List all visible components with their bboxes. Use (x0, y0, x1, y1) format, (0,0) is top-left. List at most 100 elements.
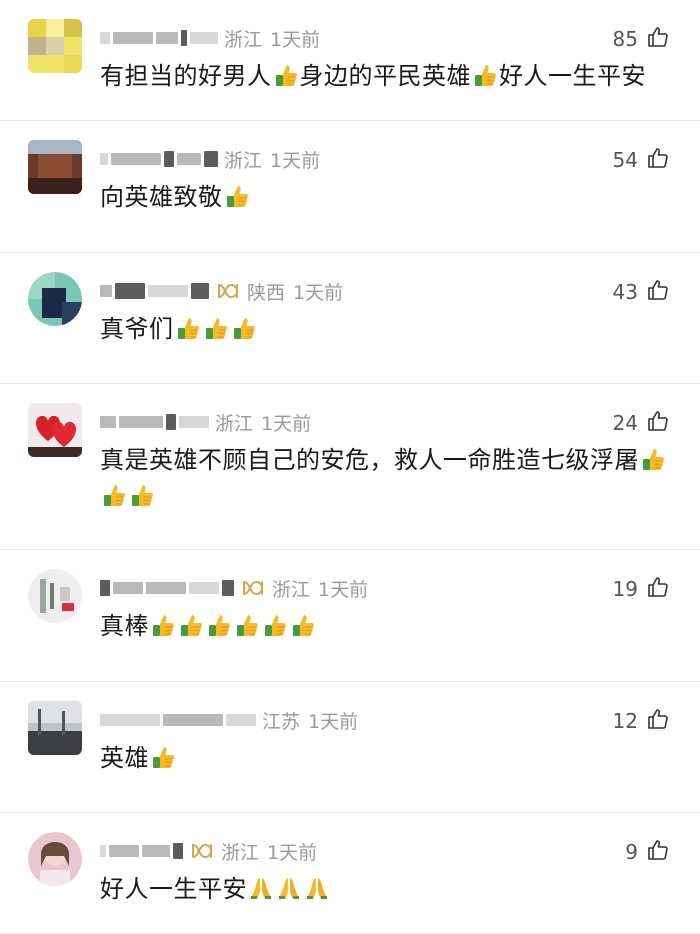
avatar[interactable] (28, 832, 82, 886)
thumbs-up-emoji-icon (178, 612, 204, 638)
comment-meta: 浙江 1天前 (100, 406, 311, 438)
like-count: 12 (612, 709, 638, 733)
comment-location: 浙江 (221, 841, 260, 864)
comment-text-segment: 身边的平民英雄 (299, 62, 471, 90)
comment-location: 浙江 (215, 412, 254, 435)
comment-text: 有担当的好男人 身边的平民英雄 好人一生平安 (100, 58, 678, 94)
comment-item[interactable]: 江苏 1天前 12 英雄 (0, 682, 700, 813)
like-button[interactable]: 12 (613, 707, 670, 735)
comment-location: 浙江 (224, 149, 263, 172)
comment-location: 浙江 (224, 28, 263, 51)
comment-time: 1天前 (267, 841, 318, 864)
avatar[interactable] (28, 272, 82, 326)
comment-location: 陕西 (247, 281, 286, 304)
thumbs-up-emoji-icon (150, 612, 176, 638)
comment-text-segment: 向英雄致敬 (100, 183, 223, 211)
thumbs-up-emoji-icon (101, 482, 127, 508)
like-count: 19 (612, 577, 638, 601)
avatar[interactable] (28, 403, 82, 457)
comment-text-segment: 真棒 (100, 612, 149, 640)
comment-text: 向英雄致敬 (100, 179, 678, 215)
like-button[interactable]: 43 (613, 278, 670, 306)
like-count: 54 (612, 148, 638, 172)
username-blurred[interactable] (100, 708, 256, 732)
comment-item[interactable]: 浙江 1天前 85 有担当的好男人 身边的平民英雄 好人一生平安 (0, 0, 700, 121)
praying-hands-emoji-icon (304, 875, 330, 901)
thumbs-up-outline-icon[interactable] (646, 707, 670, 735)
username-blurred[interactable] (100, 26, 218, 50)
like-button[interactable]: 85 (613, 25, 670, 53)
comment-text: 英雄 (100, 740, 678, 776)
like-count: 85 (612, 27, 638, 51)
comment-meta: 浙江 1天前 (100, 572, 368, 604)
thumbs-up-emoji-icon (234, 612, 260, 638)
infinity-badge-icon (215, 281, 241, 301)
thumbs-up-emoji-icon (175, 315, 201, 341)
comment-text-segment: 有担当的好男人 (100, 62, 272, 90)
comment-time: 1天前 (318, 578, 369, 601)
like-button[interactable]: 19 (613, 575, 670, 603)
comment-location: 浙江 (272, 578, 311, 601)
comment-item[interactable]: 浙江 1天前 19 真棒 (0, 550, 700, 682)
thumbs-up-outline-icon[interactable] (646, 278, 670, 306)
username-blurred[interactable] (100, 147, 218, 171)
thumbs-up-outline-icon[interactable] (646, 409, 670, 437)
comment-item[interactable]: 浙江 1天前 24 真是英雄不顾自己的安危，救人一命胜造七级浮屠 (0, 384, 700, 550)
thumbs-up-emoji-icon (150, 744, 176, 770)
comment-time: 1天前 (293, 281, 344, 304)
like-button[interactable]: 9 (625, 838, 670, 866)
comment-text: 真爷们 (100, 311, 678, 347)
infinity-badge-icon (189, 841, 215, 861)
thumbs-up-emoji-icon (231, 315, 257, 341)
comment-time: 1天前 (308, 710, 359, 733)
thumbs-up-outline-icon[interactable] (646, 25, 670, 53)
comment-text-segment: 真爷们 (100, 315, 174, 343)
like-button[interactable]: 54 (613, 146, 670, 174)
comment-text-segment: 好人一生平安 (100, 875, 247, 903)
like-button[interactable]: 24 (613, 409, 670, 437)
username-blurred[interactable] (100, 279, 209, 303)
comment-text-segment: 好人一生平安 (499, 62, 646, 90)
comment-location: 江苏 (262, 710, 301, 733)
comment-time: 1天前 (270, 149, 321, 172)
username-blurred[interactable] (100, 410, 209, 434)
like-count: 9 (625, 840, 638, 864)
thumbs-up-emoji-icon (472, 62, 498, 88)
thumbs-up-emoji-icon (262, 612, 288, 638)
thumbs-up-emoji-icon (290, 612, 316, 638)
comment-time: 1天前 (270, 28, 321, 51)
comment-meta: 浙江 1天前 (100, 22, 320, 54)
praying-hands-emoji-icon (276, 875, 302, 901)
comment-text: 真是英雄不顾自己的安危，救人一命胜造七级浮屠 (100, 442, 678, 514)
thumbs-up-outline-icon[interactable] (646, 575, 670, 603)
thumbs-up-outline-icon[interactable] (646, 146, 670, 174)
comment-meta: 江苏 1天前 (100, 704, 358, 736)
thumbs-up-emoji-icon (224, 183, 250, 209)
infinity-badge-icon (240, 578, 266, 598)
comment-meta: 陕西 1天前 (100, 275, 343, 307)
avatar[interactable] (28, 19, 82, 73)
like-count: 24 (612, 411, 638, 435)
comment-meta: 浙江 1天前 (100, 143, 320, 175)
avatar[interactable] (28, 140, 82, 194)
comment-text: 好人一生平安 (100, 871, 678, 907)
username-blurred[interactable] (100, 576, 234, 600)
comment-text: 真棒 (100, 608, 678, 644)
comment-item[interactable]: 浙江 1天前 54 向英雄致敬 (0, 121, 700, 253)
thumbs-up-emoji-icon (206, 612, 232, 638)
thumbs-up-emoji-icon (640, 446, 666, 472)
comment-text-segment: 真是英雄不顾自己的安危，救人一命胜造七级浮屠 (100, 446, 639, 474)
avatar[interactable] (28, 701, 82, 755)
like-count: 43 (612, 280, 638, 304)
username-blurred[interactable] (100, 839, 183, 863)
thumbs-up-outline-icon[interactable] (646, 838, 670, 866)
comment-item[interactable]: 陕西 1天前 43 真爷们 (0, 253, 700, 384)
comment-item[interactable]: 浙江 1天前 9 好人一生平安 (0, 813, 700, 934)
thumbs-up-emoji-icon (129, 482, 155, 508)
comment-list: 浙江 1天前 85 有担当的好男人 身边的平民英雄 好人一生平安 浙江 1天前 54 向英雄致敬陕… (0, 0, 700, 934)
comment-meta: 浙江 1天前 (100, 835, 317, 867)
comment-time: 1天前 (261, 412, 312, 435)
thumbs-up-emoji-icon (273, 62, 299, 88)
thumbs-up-emoji-icon (203, 315, 229, 341)
avatar[interactable] (28, 569, 82, 623)
